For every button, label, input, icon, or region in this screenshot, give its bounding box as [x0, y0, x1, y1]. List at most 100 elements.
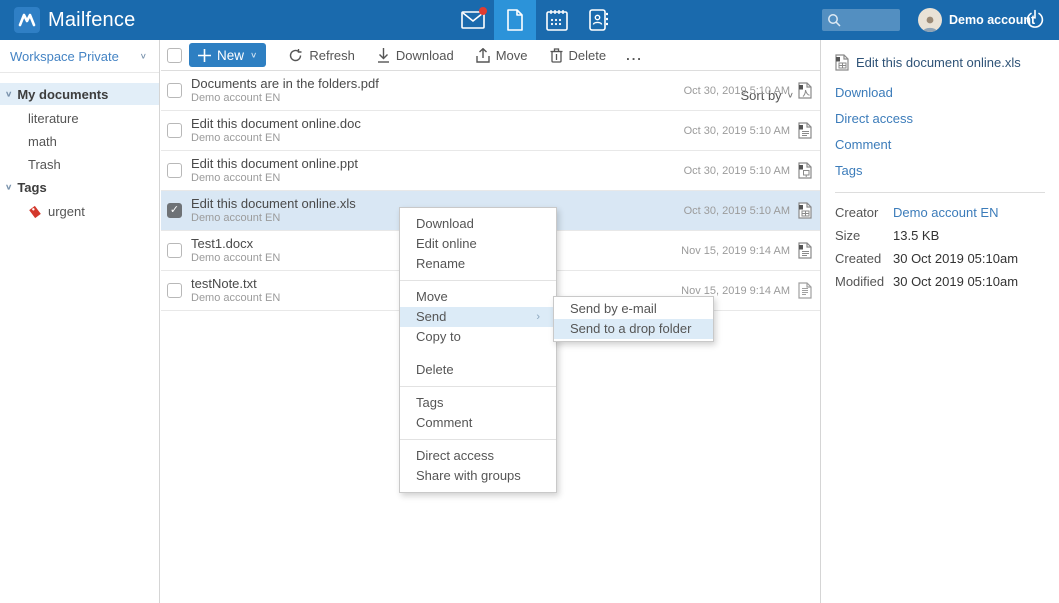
menu-item-share-with-groups[interactable]: Share with groups [400, 466, 556, 486]
chevron-down-icon: ∨ [250, 51, 257, 60]
sidebar-item-my-documents[interactable]: ∨ My documents [0, 83, 159, 105]
top-header: Mailfence Demo account [0, 0, 1059, 40]
sidebar-item-literature[interactable]: literature [0, 107, 159, 130]
folder-label: Trash [28, 157, 61, 172]
move-icon [476, 48, 490, 63]
menu-item-comment[interactable]: Comment [400, 413, 556, 433]
pdf-file-icon [798, 82, 812, 99]
move-button[interactable]: Move [476, 48, 528, 63]
download-button[interactable]: Download [377, 48, 454, 63]
sidebar-item-tags[interactable]: ∨ Tags [0, 176, 159, 198]
calendar-icon[interactable] [536, 0, 578, 40]
row-checkbox[interactable] [167, 83, 182, 98]
select-all-checkbox[interactable] [167, 48, 182, 63]
my-documents-label: My documents [17, 87, 108, 102]
mailfence-logo-icon [14, 7, 40, 33]
menu-item-send[interactable]: Send › [400, 307, 556, 327]
folder-label: literature [28, 111, 79, 126]
contacts-icon[interactable] [578, 0, 620, 40]
download-label: Download [396, 48, 454, 63]
tags-label: Tags [17, 180, 46, 195]
workspace-selector[interactable]: Workspace Private ∨ [0, 40, 159, 73]
meta-row-modified: Modified 30 Oct 2019 05:10am [835, 274, 1045, 289]
menu-item-label: Direct access [416, 446, 494, 466]
sidebar-item-tag-urgent[interactable]: urgent [0, 200, 159, 223]
details-link-comment[interactable]: Comment [835, 137, 891, 152]
row-checkbox[interactable] [167, 283, 182, 298]
menu-item-label: Share with groups [416, 466, 521, 486]
row-checkbox-checked[interactable]: ✓ [167, 203, 182, 218]
toolbar: New ∨ Refresh Download Move Delete ... [161, 40, 820, 71]
send-submenu: Send by e-mail Send to a drop folder [553, 296, 714, 342]
mail-icon[interactable] [452, 0, 494, 40]
creator-link[interactable]: Demo account EN [893, 205, 999, 220]
chevron-down-icon: ∨ [5, 90, 12, 99]
details-link-direct-access[interactable]: Direct access [835, 111, 913, 126]
tag-label: urgent [48, 204, 85, 219]
file-date: Oct 30, 2019 5:10 AM [684, 165, 790, 177]
file-row[interactable]: Documents are in the folders.pdf Demo ac… [161, 71, 820, 111]
context-menu: Download Edit online Rename Move Send › … [399, 207, 557, 493]
plus-icon [198, 49, 211, 62]
delete-button[interactable]: Delete [550, 48, 607, 63]
new-button-label: New [217, 48, 244, 63]
search-input[interactable] [822, 9, 900, 31]
sidebar-item-trash[interactable]: Trash [0, 153, 159, 176]
account-menu[interactable]: Demo account [918, 0, 1035, 40]
details-panel: Edit this document online.xls Download D… [820, 40, 1059, 603]
power-icon[interactable] [1023, 8, 1047, 32]
menu-item-label: Send [416, 307, 446, 327]
mailfence-logo[interactable]: Mailfence [14, 7, 135, 33]
menu-item-move[interactable]: Move [400, 287, 556, 307]
file-date: Oct 30, 2019 5:10 AM [684, 205, 790, 217]
row-checkbox[interactable] [167, 243, 182, 258]
menu-item-delete[interactable]: Delete [400, 360, 556, 380]
menu-item-label: Tags [416, 393, 443, 413]
logo-text: Mailfence [48, 9, 135, 32]
sidebar-item-math[interactable]: math [0, 130, 159, 153]
file-name: Edit this document online.doc [191, 116, 684, 131]
meta-value: 30 Oct 2019 05:10am [893, 274, 1018, 289]
menu-item-label: Send to a drop folder [570, 319, 691, 339]
menu-item-label: Edit online [416, 234, 477, 254]
menu-item-send-to-drop-folder[interactable]: Send to a drop folder [554, 319, 713, 339]
menu-item-label: Rename [416, 254, 465, 274]
file-name: Documents are in the folders.pdf [191, 76, 684, 91]
chevron-down-icon: ∨ [5, 183, 12, 192]
file-owner: Demo account EN [191, 92, 684, 105]
menu-item-direct-access[interactable]: Direct access [400, 446, 556, 466]
menu-item-rename[interactable]: Rename [400, 254, 556, 274]
refresh-button[interactable]: Refresh [288, 48, 355, 63]
new-button[interactable]: New ∨ [189, 43, 266, 67]
more-button[interactable]: ... [626, 48, 643, 63]
file-name: Edit this document online.ppt [191, 156, 684, 171]
menu-item-label: Download [416, 214, 474, 234]
meta-row-creator: Creator Demo account EN [835, 205, 1045, 220]
menu-item-download[interactable]: Download [400, 214, 556, 234]
refresh-icon [288, 48, 303, 63]
documents-icon[interactable] [494, 0, 536, 40]
menu-item-edit-online[interactable]: Edit online [400, 234, 556, 254]
divider [835, 192, 1045, 193]
menu-item-tags[interactable]: Tags [400, 393, 556, 413]
details-link-tags[interactable]: Tags [835, 163, 862, 178]
mail-notification-dot [479, 7, 487, 15]
menu-item-send-by-email[interactable]: Send by e-mail [554, 299, 713, 319]
details-link-download[interactable]: Download [835, 85, 893, 100]
row-checkbox[interactable] [167, 163, 182, 178]
file-date: Oct 30, 2019 5:10 AM [684, 85, 790, 97]
avatar [918, 8, 942, 32]
txt-file-icon [798, 282, 812, 299]
file-date: Nov 15, 2019 9:14 AM [681, 285, 790, 297]
meta-label: Modified [835, 274, 893, 289]
file-row[interactable]: Edit this document online.ppt Demo accou… [161, 151, 820, 191]
menu-item-copy-to[interactable]: Copy to [400, 327, 556, 347]
meta-row-created: Created 30 Oct 2019 05:10am [835, 251, 1045, 266]
file-row[interactable]: Edit this document online.doc Demo accou… [161, 111, 820, 151]
file-date: Oct 30, 2019 5:10 AM [684, 125, 790, 137]
row-checkbox[interactable] [167, 123, 182, 138]
menu-item-label: Comment [416, 413, 472, 433]
file-owner: Demo account EN [191, 132, 684, 145]
move-label: Move [496, 48, 528, 63]
details-title: Edit this document online.xls [856, 55, 1021, 70]
